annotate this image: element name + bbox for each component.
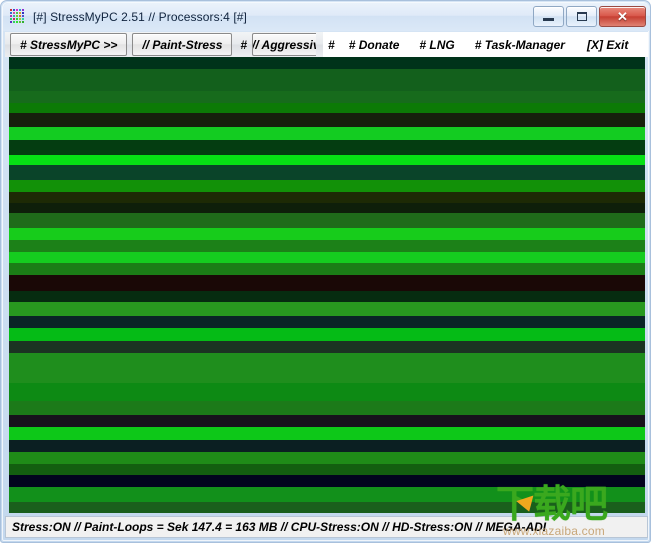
toolbar-overlay-region: # # Donate # LNG # Task-Manager [X] Exit xyxy=(323,32,648,57)
icon-pixel xyxy=(19,18,21,20)
paint-stress-canvas[interactable] xyxy=(9,57,645,513)
paint-stripe xyxy=(9,91,645,103)
paint-stripe xyxy=(9,302,645,316)
icon-pixel xyxy=(22,9,24,11)
icon-pixel xyxy=(13,15,15,17)
caption-button-group: ✕ xyxy=(533,6,646,27)
paint-stripe xyxy=(9,291,645,302)
paint-stripe xyxy=(9,113,645,127)
maximize-button[interactable] xyxy=(566,6,597,27)
application-window: [#] StressMyPC 2.51 // Processors:4 [#] … xyxy=(0,0,651,543)
icon-pixel xyxy=(16,18,18,20)
task-manager-button[interactable]: # Task-Manager xyxy=(475,38,565,52)
status-text: Stress:ON // Paint-Loops = Sek 147.4 = 1… xyxy=(12,520,547,534)
icon-pixel xyxy=(13,9,15,11)
icon-pixel xyxy=(13,12,15,14)
lng-button[interactable]: # LNG xyxy=(419,38,454,52)
paint-stripe xyxy=(9,165,645,180)
icon-pixel xyxy=(16,12,18,14)
icon-pixel xyxy=(19,12,21,14)
paint-stripe xyxy=(9,103,645,113)
paint-stripe xyxy=(9,475,645,487)
maximize-icon xyxy=(576,12,587,21)
pixel-grid-icon xyxy=(10,9,26,25)
title-bar[interactable]: [#] StressMyPC 2.51 // Processors:4 [#] … xyxy=(3,3,650,31)
icon-pixel xyxy=(13,21,15,23)
icon-pixel xyxy=(16,9,18,11)
paint-stripe xyxy=(9,127,645,140)
paint-stripe xyxy=(9,502,645,513)
paint-stripe xyxy=(9,464,645,475)
paint-stripe xyxy=(9,275,645,291)
paint-stripe xyxy=(9,69,645,91)
icon-pixel xyxy=(22,21,24,23)
paint-stripe xyxy=(9,240,645,252)
paint-stripe xyxy=(9,401,645,415)
paint-stripe xyxy=(9,263,645,275)
close-button[interactable]: ✕ xyxy=(599,6,646,27)
icon-pixel xyxy=(10,21,12,23)
paint-stripe xyxy=(9,328,645,341)
paint-stripe xyxy=(9,316,645,328)
paint-stripe xyxy=(9,213,645,228)
paint-stripe xyxy=(9,353,645,383)
paint-stripe xyxy=(9,341,645,353)
aggressive-button[interactable]: // Aggressive xyxy=(252,33,317,56)
hash-separator-2: # xyxy=(328,37,335,52)
icon-pixel xyxy=(10,9,12,11)
paint-stripe xyxy=(9,192,645,203)
paint-stripe xyxy=(9,203,645,213)
paint-stripe xyxy=(9,228,645,240)
status-bar: Stress:ON // Paint-Loops = Sek 147.4 = 1… xyxy=(5,516,648,538)
paint-stripe xyxy=(9,180,645,192)
paint-stripe xyxy=(9,252,645,263)
icon-pixel xyxy=(22,18,24,20)
paint-stress-button[interactable]: // Paint-Stress xyxy=(132,33,233,56)
paint-stripe xyxy=(9,487,645,502)
exit-button[interactable]: [X] Exit xyxy=(587,38,628,52)
paint-stripe xyxy=(9,440,645,452)
donate-button[interactable]: # Donate xyxy=(349,38,400,52)
minimize-icon xyxy=(543,18,554,21)
icon-pixel xyxy=(19,21,21,23)
hash-separator-1: # xyxy=(240,37,248,52)
icon-pixel xyxy=(16,21,18,23)
icon-pixel xyxy=(10,15,12,17)
paint-stripe xyxy=(9,57,645,69)
icon-pixel xyxy=(22,12,24,14)
paint-stripe xyxy=(9,427,645,440)
stressmypc-button[interactable]: # StressMyPC >> xyxy=(10,33,128,56)
close-icon: ✕ xyxy=(617,9,628,24)
icon-pixel xyxy=(19,9,21,11)
window-title: [#] StressMyPC 2.51 // Processors:4 [#] xyxy=(33,10,247,24)
minimize-button[interactable] xyxy=(533,6,564,27)
paint-stripe xyxy=(9,415,645,427)
paint-stripe xyxy=(9,383,645,401)
icon-pixel xyxy=(19,15,21,17)
icon-pixel xyxy=(16,15,18,17)
icon-pixel xyxy=(10,12,12,14)
icon-pixel xyxy=(10,18,12,20)
icon-pixel xyxy=(13,18,15,20)
paint-stripe xyxy=(9,452,645,464)
paint-stripe xyxy=(9,155,645,165)
icon-pixel xyxy=(22,15,24,17)
paint-stripe xyxy=(9,140,645,155)
